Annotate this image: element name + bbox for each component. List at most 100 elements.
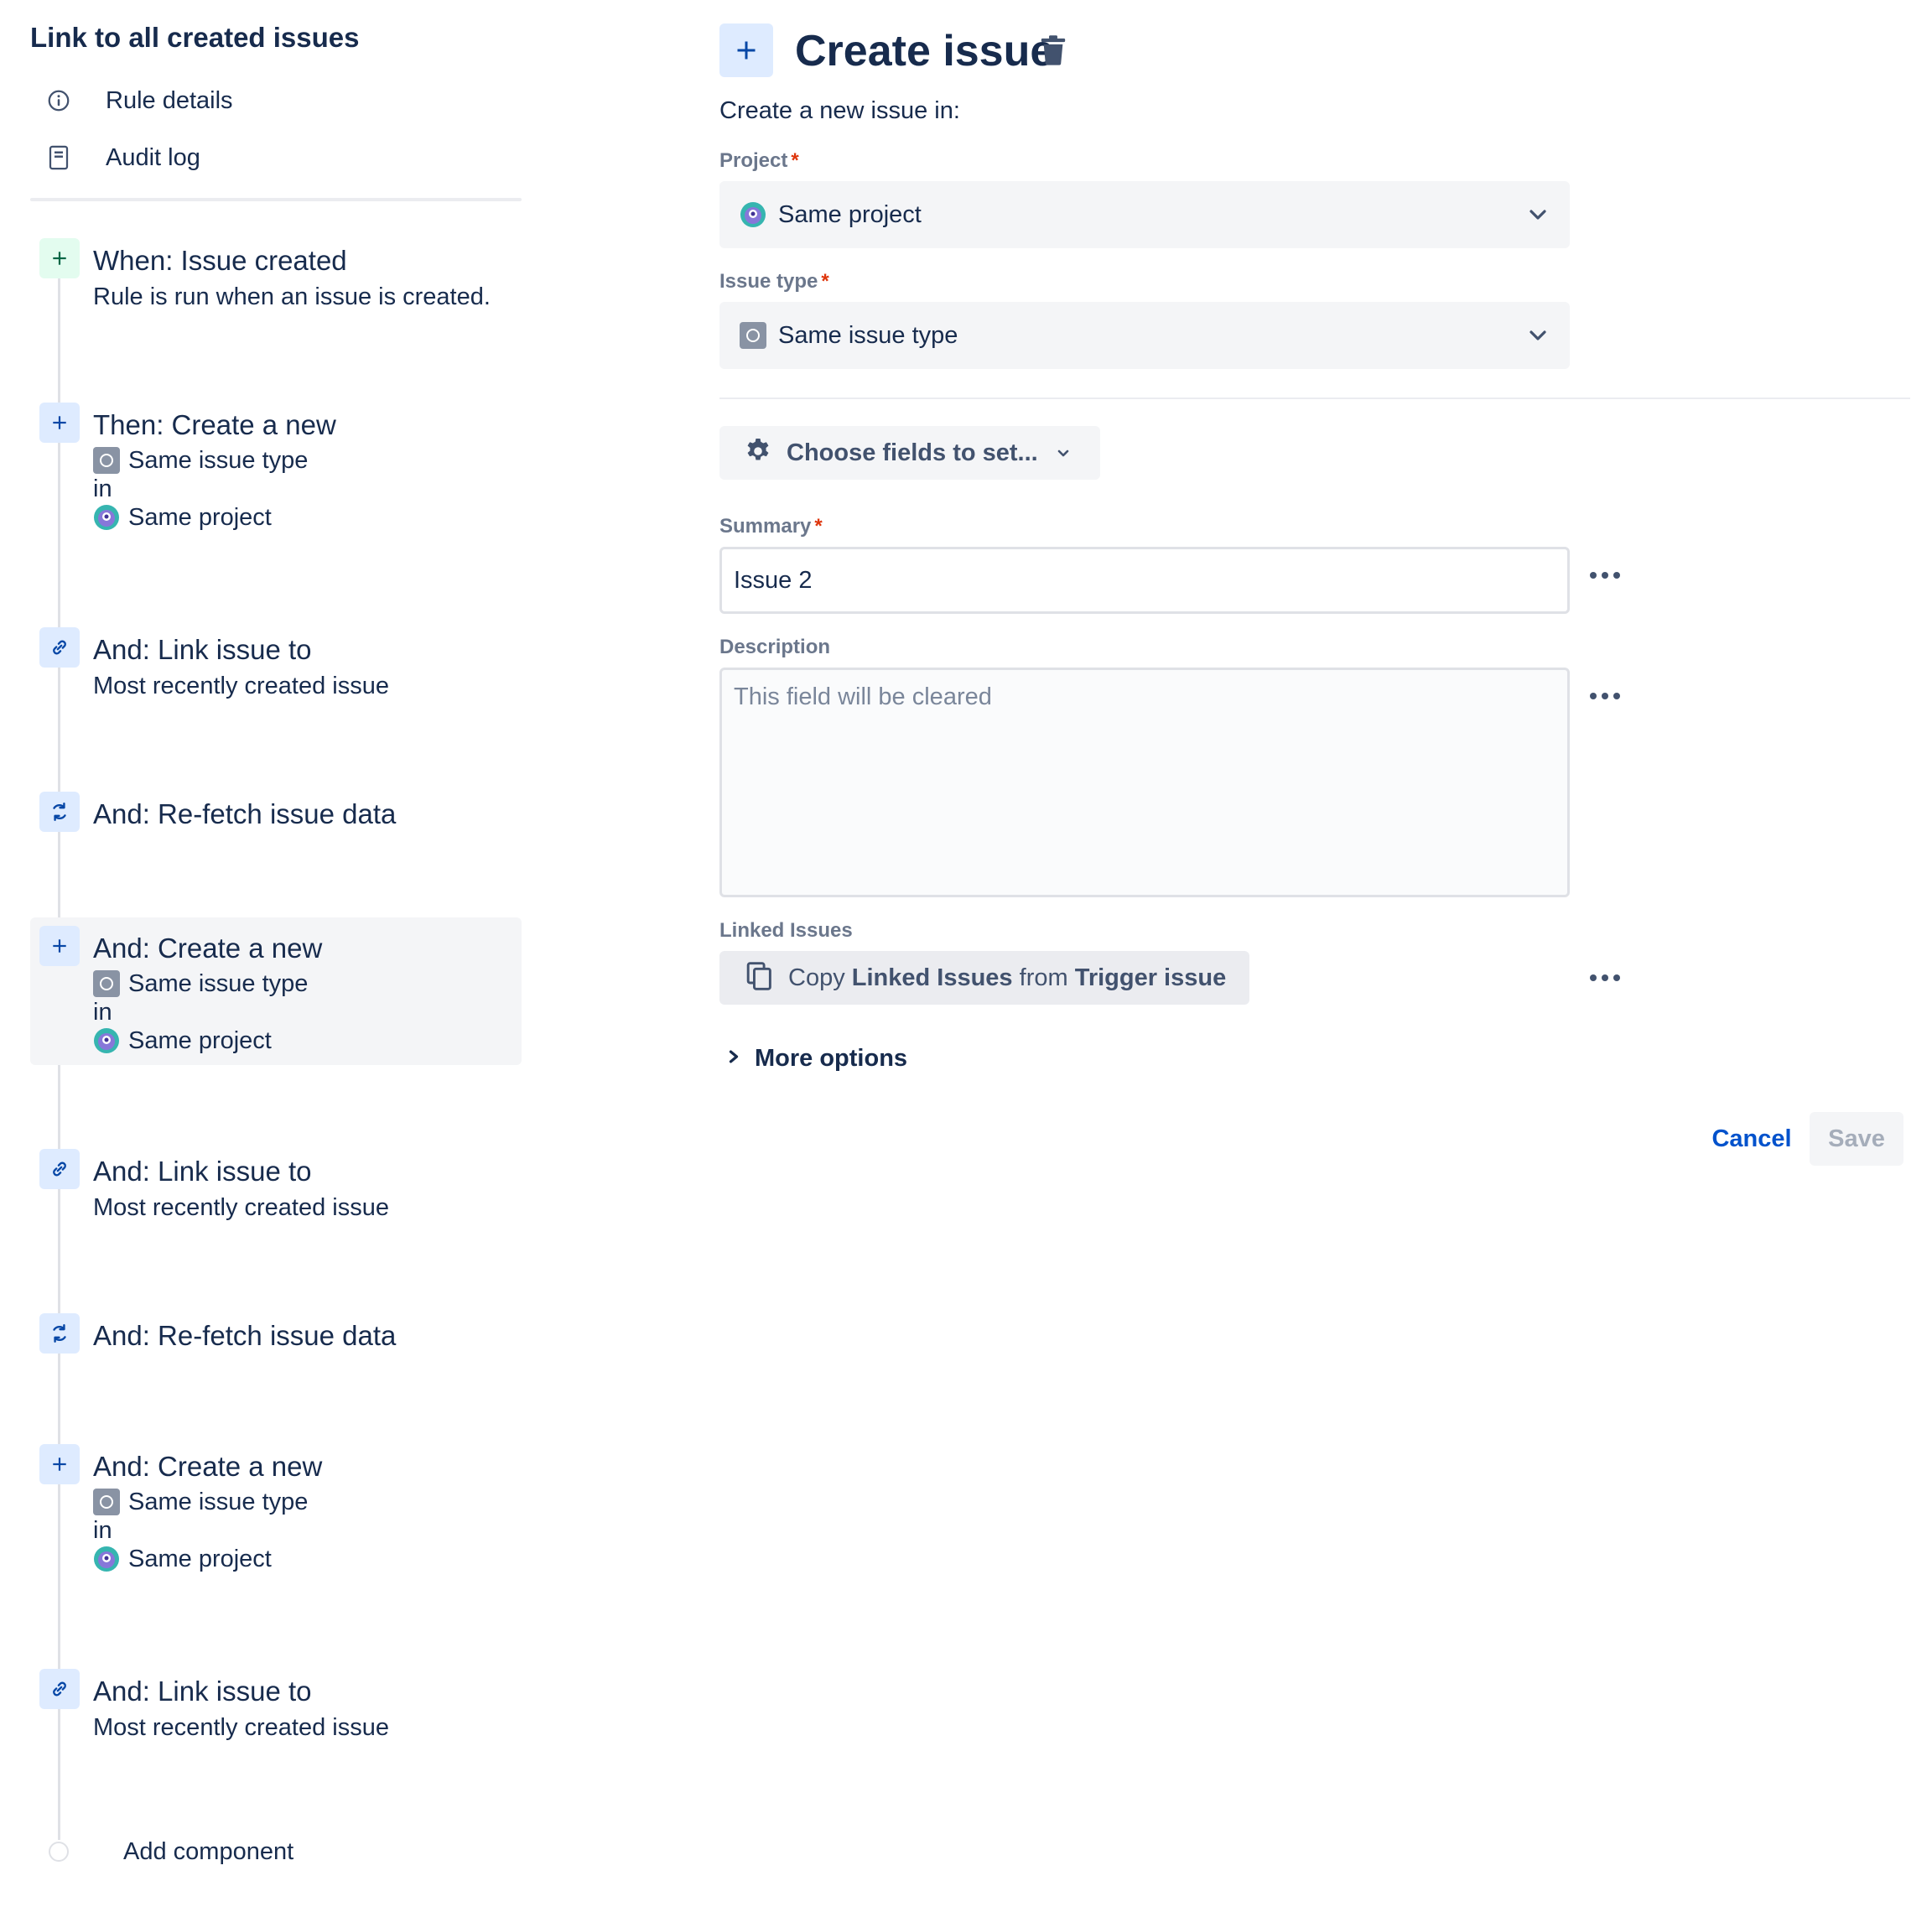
step-create-issue[interactable]: And: Create a new Same issue type in Sam…	[30, 1444, 522, 1578]
step-title: And: Re-fetch issue data	[93, 798, 397, 829]
step-project: Same project	[93, 503, 272, 532]
step-refetch[interactable]: And: Re-fetch issue data	[30, 792, 522, 845]
from-word: from	[1019, 964, 1068, 991]
step-link-issue[interactable]: And: Link issue to Most recently created…	[30, 627, 522, 720]
step-issue-type: Same issue type	[93, 1488, 308, 1516]
plus-icon	[39, 403, 80, 443]
step-title: When: Issue created	[93, 245, 347, 276]
step-issue-type: Same issue type	[93, 446, 308, 475]
add-component-label: Add component	[123, 1838, 294, 1865]
issue-type-icon	[93, 447, 120, 474]
more-options-label: More options	[755, 1045, 908, 1072]
copy-word: Copy	[788, 964, 845, 991]
more-dot-icon	[1602, 974, 1608, 981]
issue-type-select-value: Same issue type	[778, 321, 958, 349]
step-title: And: Link issue to	[93, 1156, 312, 1187]
step-issue-type: Same issue type	[93, 969, 308, 998]
rule-title: Link to all created issues	[30, 22, 360, 53]
step-create-issue-selected[interactable]: And: Create a new Same issue type in Sam…	[30, 917, 522, 1065]
refresh-icon	[39, 792, 80, 832]
add-component-button[interactable]: Add component	[49, 1838, 293, 1865]
gear-icon	[743, 436, 773, 470]
project-label-text: Project	[719, 149, 788, 172]
step-title: And: Re-fetch issue data	[93, 1320, 397, 1351]
copy-linked-issues-text: Copy Linked Issues from Trigger issue	[788, 964, 1226, 992]
step-create-issue[interactable]: Then: Create a new Same issue type in Sa…	[30, 403, 522, 537]
copy-source-name: Trigger issue	[1074, 964, 1227, 991]
description-input[interactable]: This field will be cleared	[719, 668, 1570, 897]
step-subtitle: Most recently created issue	[93, 1714, 389, 1741]
summary-label: Summary *	[719, 515, 823, 538]
more-dot-icon	[1613, 974, 1620, 981]
project-avatar-icon	[93, 504, 120, 531]
project-label: Same project	[128, 1026, 272, 1054]
more-dot-icon	[1613, 693, 1620, 699]
menu-item-rule-details[interactable]: Rule details	[45, 84, 233, 117]
plus-icon	[719, 23, 773, 77]
linked-issues-more-button[interactable]	[1578, 961, 1632, 995]
more-dot-icon	[1590, 974, 1597, 981]
editor-title: Create issue	[795, 27, 1055, 75]
info-icon	[45, 87, 72, 114]
choose-fields-label: Choose fields to set...	[787, 439, 1038, 466]
project-label: Project *	[719, 149, 799, 173]
project-avatar-icon	[93, 1546, 120, 1572]
step-project: Same project	[93, 1026, 272, 1055]
save-button[interactable]: Save	[1810, 1112, 1903, 1166]
delete-component-button[interactable]	[1036, 34, 1070, 70]
menu-item-audit-log[interactable]: Audit log	[45, 141, 200, 174]
project-select-value: Same project	[778, 200, 922, 228]
step-project: Same project	[93, 1545, 272, 1573]
link-icon	[39, 1149, 80, 1189]
choose-fields-button[interactable]: Choose fields to set...	[719, 426, 1100, 480]
required-mark: *	[814, 515, 823, 538]
menu-item-label: Audit log	[106, 143, 200, 171]
step-link-issue[interactable]: And: Link issue to Most recently created…	[30, 1149, 522, 1241]
trash-icon	[1039, 34, 1067, 70]
issue-type-label: Same issue type	[128, 1488, 309, 1515]
summary-label-text: Summary	[719, 515, 812, 538]
document-icon	[45, 144, 72, 171]
step-subtitle: Rule is run when an issue is created.	[93, 283, 491, 310]
issue-type-label: Same issue type	[128, 969, 309, 997]
link-icon	[39, 1669, 80, 1709]
issue-type-icon	[93, 970, 120, 997]
copy-icon	[746, 961, 773, 995]
project-select[interactable]: Same project	[719, 181, 1570, 248]
summary-more-button[interactable]	[1578, 559, 1632, 592]
plus-icon	[39, 1444, 80, 1484]
add-component-circle-icon	[49, 1842, 69, 1862]
step-refetch[interactable]: And: Re-fetch issue data	[30, 1313, 522, 1367]
step-title: And: Link issue to	[93, 634, 312, 665]
more-options-toggle[interactable]: More options	[724, 1045, 907, 1073]
chevron-down-icon	[1524, 322, 1551, 349]
link-icon	[39, 627, 80, 668]
chevron-right-icon	[724, 1045, 743, 1073]
copy-linked-issues-button[interactable]: Copy Linked Issues from Trigger issue	[719, 951, 1249, 1005]
chevron-down-icon	[1524, 201, 1551, 228]
project-avatar-icon	[740, 201, 766, 228]
step-trigger[interactable]: When: Issue created Rule is run when an …	[30, 238, 522, 330]
description-more-button[interactable]	[1578, 679, 1632, 713]
cancel-button[interactable]: Cancel	[1706, 1112, 1798, 1166]
project-label: Same project	[128, 503, 272, 531]
step-link-issue[interactable]: And: Link issue to Most recently created…	[30, 1669, 522, 1761]
step-title: And: Create a new	[93, 1451, 323, 1482]
issue-type-icon	[93, 1489, 120, 1515]
section-divider	[719, 398, 1910, 399]
step-subtitle: Most recently created issue	[93, 673, 389, 699]
step-subtitle: Most recently created issue	[93, 1194, 389, 1221]
issue-type-label: Same issue type	[128, 446, 309, 474]
more-dot-icon	[1613, 572, 1620, 579]
summary-input[interactable]: Issue 2	[719, 547, 1570, 614]
more-dot-icon	[1590, 693, 1597, 699]
issue-type-label-text: Issue type	[719, 270, 818, 293]
copy-field-name: Linked Issues	[851, 964, 1013, 991]
step-in: in	[93, 998, 112, 1026]
required-mark: *	[821, 270, 829, 293]
description-label: Description	[719, 636, 831, 658]
more-dot-icon	[1602, 693, 1608, 699]
project-avatar-icon	[93, 1027, 120, 1054]
menu-item-label: Rule details	[106, 86, 233, 114]
issue-type-select[interactable]: Same issue type	[719, 302, 1570, 369]
